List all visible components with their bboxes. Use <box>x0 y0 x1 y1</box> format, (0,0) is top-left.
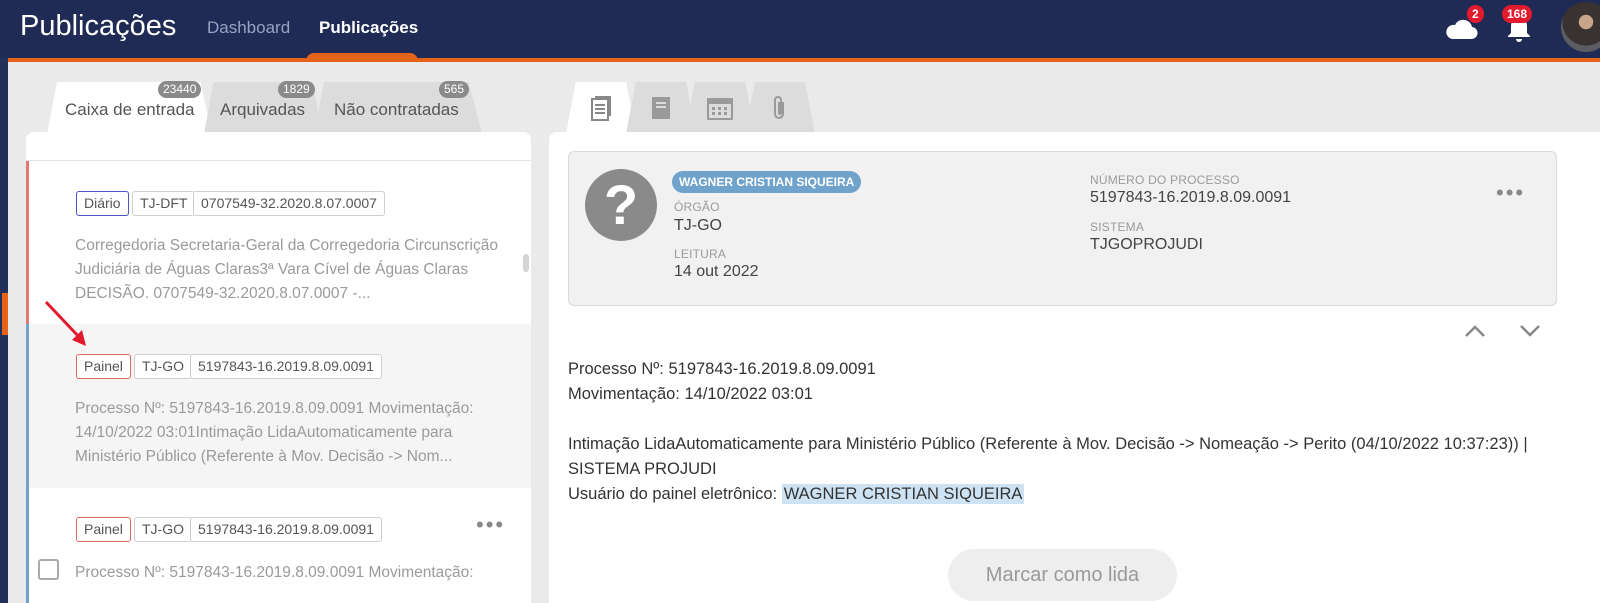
item-snippet: Processo Nº: 5197843-16.2019.8.09.0091 M… <box>75 397 505 469</box>
tab-nao-contratadas[interactable]: Não contratadas 565 <box>314 81 482 134</box>
snippet-line: 14/10/2022 03:01Intimação LidaAutomatica… <box>75 424 453 441</box>
tab-count-badge: 23440 <box>158 81 202 98</box>
body-line: SISTEMA PROJUDI <box>568 460 717 478</box>
highlighted-name: WAGNER CRISTIAN SIQUEIRA <box>781 484 1025 504</box>
list-scrollbar-thumb[interactable] <box>523 254 529 272</box>
snippet-line: Processo Nº: 5197843-16.2019.8.09.0091 M… <box>75 400 474 417</box>
avatar[interactable] <box>1561 2 1600 52</box>
tab-label: Arquivadas <box>220 100 306 119</box>
nav-dashboard[interactable]: Dashboard <box>207 18 290 38</box>
app-title: Publicações <box>20 10 177 42</box>
item-stripe <box>26 161 29 324</box>
tag-court: TJ-GO <box>134 354 192 379</box>
bell-badge: 168 <box>1502 5 1533 23</box>
tag-court: TJ-GO <box>134 517 192 542</box>
publication-list[interactable]: Diário TJ-DFT 0707549-32.2020.8.07.0007 … <box>26 132 531 603</box>
document-icon <box>591 96 611 121</box>
body-line: Intimação LidaAutomaticamente para Minis… <box>568 435 1528 453</box>
body-line: Processo Nº: 5197843-16.2019.8.09.0091 <box>568 360 876 378</box>
calendar-icon <box>707 98 733 120</box>
tag-source: Diário <box>76 191 129 216</box>
tag-source: Painel <box>76 354 131 379</box>
nav-publicacoes[interactable]: Publicações <box>319 18 418 38</box>
sistema-value: TJGOPROJUDI <box>1090 236 1203 253</box>
sistema-label: SISTEMA <box>1090 220 1145 234</box>
paperclip-icon <box>774 96 784 119</box>
snippet-line: Corregedoria Secretaria-Geral da Correge… <box>75 237 498 254</box>
tab-label: Caixa de entrada <box>65 100 195 119</box>
more-options-icon[interactable]: ••• <box>1496 180 1525 206</box>
select-checkbox[interactable] <box>38 559 59 580</box>
tab-attachments[interactable] <box>745 82 815 134</box>
item-snippet: Processo Nº: 5197843-16.2019.8.09.0091 M… <box>75 561 505 585</box>
top-bar: Publicações Dashboard Publicações 2 168 <box>0 0 1600 58</box>
list-item[interactable]: Diário TJ-DFT 0707549-32.2020.8.07.0007 … <box>26 161 531 324</box>
body-line: Movimentação: 14/10/2022 03:01 <box>568 385 813 403</box>
tag-process-number: 5197843-16.2019.8.09.0091 <box>190 354 382 379</box>
tab-count-badge: 1829 <box>278 81 315 98</box>
mark-as-read-button[interactable]: Marcar como lida <box>948 549 1177 601</box>
chevron-up-icon[interactable] <box>1463 323 1487 339</box>
leitura-label: LEITURA <box>674 247 727 261</box>
cloud-badge: 2 <box>1467 5 1484 23</box>
snippet-line: Ministério Público (Referente à Mov. Dec… <box>75 448 453 465</box>
item-stripe <box>26 324 29 488</box>
snippet-line: Judiciária de Águas Claras3ª Vara Cível … <box>75 261 469 278</box>
book-icon <box>652 97 670 119</box>
tag-source: Painel <box>76 517 131 542</box>
tab-arquivadas[interactable]: Arquivadas 1829 <box>204 81 322 134</box>
orgao-label: ÓRGÃO <box>674 200 720 214</box>
question-avatar-icon: ? <box>585 169 657 241</box>
body-line: Usuário do painel eletrônico: WAGNER CRI… <box>568 484 1025 504</box>
leitura-value: 14 out 2022 <box>674 263 759 280</box>
person-name-pill: WAGNER CRISTIAN SIQUEIRA <box>672 171 862 193</box>
list-item-selected[interactable]: Painel TJ-GO 5197843-16.2019.8.09.0091 P… <box>26 324 531 488</box>
snippet-line: DECISÃO. 0707549-32.2020.8.07.0007 -... <box>75 285 371 302</box>
numero-label: NÚMERO DO PROCESSO <box>1090 173 1240 187</box>
numero-value: 5197843-16.2019.8.09.0091 <box>1090 189 1292 206</box>
item-stripe <box>26 488 29 603</box>
chevron-down-icon[interactable] <box>1518 323 1542 339</box>
snippet-line: Processo Nº: 5197843-16.2019.8.09.0091 M… <box>75 564 474 581</box>
more-options-icon[interactable]: ••• <box>476 512 505 538</box>
tab-count-badge: 565 <box>439 81 470 98</box>
list-item[interactable]: Painel TJ-GO 5197843-16.2019.8.09.0091 •… <box>26 488 531 603</box>
item-snippet: Corregedoria Secretaria-Geral da Correge… <box>75 234 505 306</box>
tab-label: Não contratadas <box>334 100 459 119</box>
body-prefix: Usuário do painel eletrônico: <box>568 485 782 503</box>
tab-caixa-de-entrada[interactable]: Caixa de entrada 23440 <box>47 81 212 134</box>
annotation-arrow-icon <box>44 300 86 346</box>
tag-process-number: 0707549-32.2020.8.07.0007 <box>193 191 385 216</box>
tag-process-number: 5197843-16.2019.8.09.0091 <box>190 517 382 542</box>
tag-court: TJ-DFT <box>132 191 196 216</box>
orgao-value: TJ-GO <box>674 217 722 234</box>
